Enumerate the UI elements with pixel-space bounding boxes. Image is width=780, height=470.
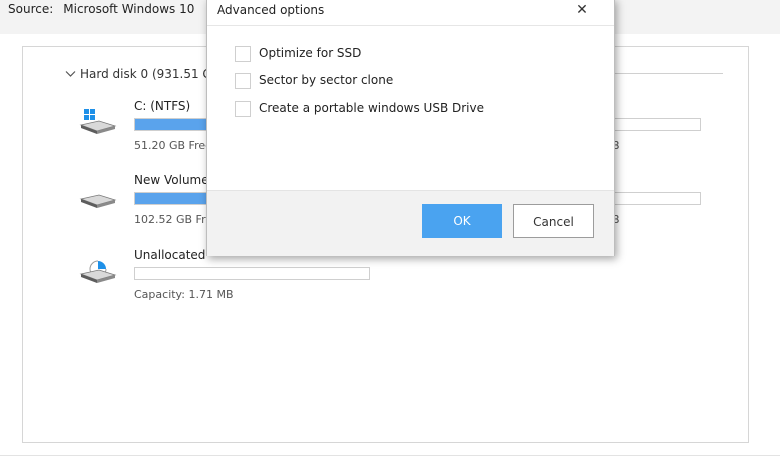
drive-icon — [79, 183, 117, 209]
unallocated-drive-icon — [79, 258, 117, 284]
cancel-button[interactable]: Cancel — [513, 204, 594, 238]
ok-button[interactable]: OK — [422, 204, 502, 238]
checkbox-box[interactable] — [235, 73, 251, 89]
source-label: Source: — [8, 2, 54, 16]
partition-name: New Volume — [134, 173, 209, 187]
advanced-options-dialog: Advanced options ✕ Optimize for SSD Sect… — [206, 0, 615, 256]
divider — [0, 455, 780, 456]
partition-capacity-text: Capacity: 1.71 MB — [134, 288, 234, 301]
source-value: Microsoft Windows 10 — [63, 2, 195, 16]
disk-header[interactable]: Hard disk 0 (931.51 GB) — [65, 67, 225, 81]
checkbox-box[interactable] — [235, 46, 251, 62]
chevron-down-icon[interactable] — [65, 68, 76, 81]
windows-drive-icon — [79, 109, 117, 135]
divider — [207, 25, 614, 26]
checkbox-box[interactable] — [235, 101, 251, 117]
partition-usage-bar — [134, 267, 370, 280]
partition-name: Unallocated — [134, 248, 206, 262]
checkbox-label: Sector by sector clone — [259, 73, 394, 87]
close-icon[interactable]: ✕ — [569, 0, 595, 23]
checkbox-label: Optimize for SSD — [259, 46, 362, 60]
disk-header-label: Hard disk 0 (931.51 GB) — [80, 67, 225, 81]
dialog-title: Advanced options — [217, 3, 325, 17]
dialog-footer: OK Cancel — [207, 190, 614, 256]
source-text: Source: Microsoft Windows 10 — [8, 2, 194, 16]
partition-name: C: (NTFS) — [134, 99, 191, 113]
checkbox-label: Create a portable windows USB Drive — [259, 101, 484, 115]
